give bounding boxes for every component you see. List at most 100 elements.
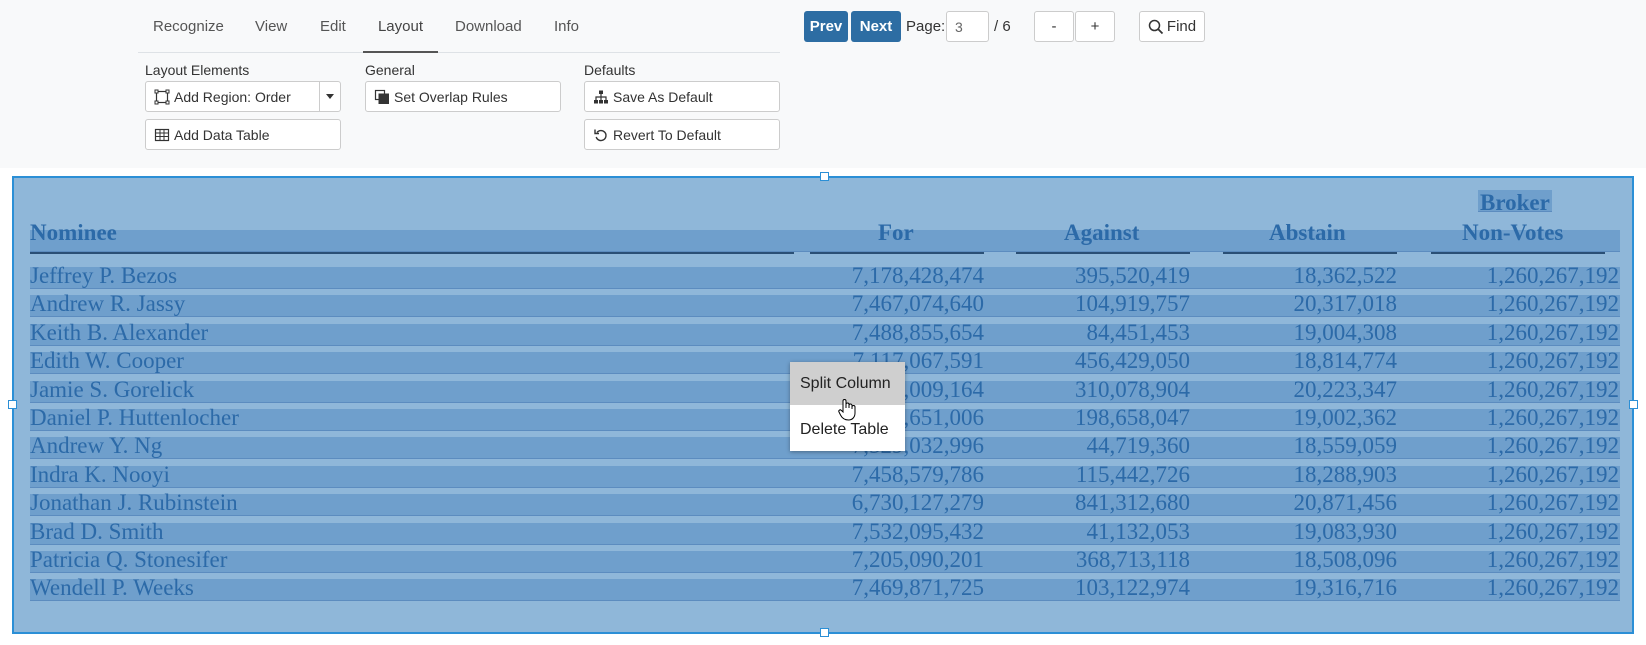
cell-broker-non-votes: 1,260,267,192: [1486, 433, 1619, 459]
cell-abstain: 18,508,096: [1293, 547, 1398, 572]
zoom-out-button[interactable]: -: [1034, 11, 1074, 42]
cell-broker-non-votes: 1,260,267,192: [1486, 461, 1619, 487]
cell-nominee: Brad D. Smith: [30, 518, 164, 544]
cell-against: 368,713,118: [1075, 547, 1190, 572]
cell-broker-non-votes: 1,260,267,192: [1486, 547, 1619, 572]
resize-handle-left[interactable]: [8, 400, 17, 409]
set-overlap-rules-button[interactable]: Set Overlap Rules: [365, 81, 561, 112]
tab-layout[interactable]: Layout: [363, 0, 438, 53]
cell-nominee: Wendell P. Weeks: [30, 575, 194, 601]
hand-cursor-icon: [838, 399, 856, 421]
tab-bar: Recognize View Edit Layout Download Info: [138, 0, 780, 53]
cell-for: 7,178,428,474: [851, 263, 984, 288]
defaults-label: Defaults: [584, 62, 636, 78]
header-underline-abstain: [1223, 252, 1397, 254]
cell-broker-non-votes: 1,260,267,192: [1486, 348, 1619, 374]
cell-against: 103,122,974: [1075, 575, 1190, 601]
cell-nominee: Keith B. Alexander: [30, 319, 209, 345]
header-broker-line1: Broker: [1480, 190, 1550, 215]
save-as-default-button[interactable]: Save As Default: [584, 81, 780, 112]
overlap-icon: [374, 89, 389, 104]
cell-against: 115,442,726: [1075, 461, 1190, 487]
add-data-table-button[interactable]: Add Data Table: [145, 119, 341, 150]
tab-edit[interactable]: Edit: [320, 0, 346, 53]
tab-view[interactable]: View: [255, 0, 287, 53]
cell-abstain: 20,871,456: [1293, 490, 1398, 516]
cell-for: 7,467,074,640: [851, 291, 984, 317]
header-abstain: Abstain: [1269, 220, 1346, 245]
cell-abstain: 18,559,059: [1293, 433, 1398, 459]
chevron-down-icon[interactable]: [319, 81, 340, 112]
cell-broker-non-votes: 1,260,267,192: [1486, 490, 1619, 516]
set-overlap-rules-label: Set Overlap Rules: [394, 88, 508, 105]
cell-against: 395,520,419: [1075, 263, 1190, 288]
cell-nominee: Jonathan J. Rubinstein: [30, 490, 238, 516]
save-as-default-label: Save As Default: [613, 88, 713, 105]
undo-icon: [594, 129, 607, 141]
tab-info[interactable]: Info: [554, 0, 579, 53]
cell-abstain: 19,004,308: [1293, 319, 1398, 345]
cell-abstain: 19,002,362: [1293, 405, 1398, 430]
cell-against: 310,078,904: [1075, 376, 1190, 402]
cell-against: 41,132,053: [1086, 518, 1191, 544]
header-for: For: [878, 220, 914, 245]
cell-abstain: 20,317,018: [1293, 291, 1398, 317]
toolbar: Recognize View Edit Layout Download Info…: [0, 0, 1646, 168]
search-icon: [1148, 19, 1164, 34]
cell-abstain: 18,814,774: [1293, 348, 1398, 374]
cell-broker-non-votes: 1,260,267,192: [1486, 291, 1619, 317]
add-data-table-label: Add Data Table: [174, 126, 270, 143]
resize-handle-right[interactable]: [1629, 400, 1638, 409]
cell-against: 104,919,757: [1075, 291, 1190, 317]
page-number-input[interactable]: [946, 11, 989, 42]
find-button[interactable]: Find: [1139, 11, 1205, 42]
tab-download[interactable]: Download: [455, 0, 522, 53]
region-icon: [154, 89, 170, 104]
cell-abstain: 19,083,930: [1293, 518, 1398, 544]
cell-broker-non-votes: 1,260,267,192: [1486, 575, 1619, 601]
header-underline-for: [810, 252, 984, 254]
header-underline-against: [1016, 252, 1190, 254]
tab-recognize[interactable]: Recognize: [153, 0, 224, 53]
resize-handle-top[interactable]: [820, 172, 829, 181]
cell-for: 6,730,127,279: [851, 490, 984, 516]
cell-abstain: 18,288,903: [1293, 461, 1398, 487]
cell-for: 7,458,579,786: [851, 461, 984, 487]
cell-broker-non-votes: 1,260,267,192: [1486, 376, 1619, 402]
cell-for: 7,469,871,725: [851, 575, 984, 601]
table-icon: [154, 128, 170, 141]
cell-abstain: 20,223,347: [1293, 376, 1398, 402]
cell-nominee: Patricia Q. Stonesifer: [30, 547, 228, 572]
cell-nominee: Andrew Y. Ng: [30, 433, 163, 459]
cell-broker-non-votes: 1,260,267,192: [1486, 319, 1619, 345]
cell-broker-non-votes: 1,260,267,192: [1486, 518, 1619, 544]
header-broker-line2: Non-Votes: [1462, 220, 1564, 245]
add-region-label: Add Region: Order: [174, 88, 291, 105]
cell-broker-non-votes: 1,260,267,192: [1486, 263, 1619, 288]
cell-nominee: Indra K. Nooyi: [30, 461, 170, 487]
revert-to-default-label: Revert To Default: [613, 126, 721, 143]
cell-for: 7,532,095,432: [851, 518, 984, 544]
header-against: Against: [1064, 220, 1140, 245]
header-row-band: [30, 230, 1620, 252]
resize-handle-bottom[interactable]: [820, 628, 829, 637]
revert-to-default-button[interactable]: Revert To Default: [584, 119, 780, 150]
cell-nominee: Jeffrey P. Bezos: [30, 263, 178, 288]
add-region-button[interactable]: Add Region: Order: [145, 81, 341, 112]
header-underline-nominee: [30, 252, 794, 254]
header-nominee: Nominee: [30, 220, 117, 245]
zoom-in-button[interactable]: +: [1075, 11, 1115, 42]
next-page-button[interactable]: Next: [851, 11, 901, 42]
cell-against: 84,451,453: [1086, 319, 1191, 345]
cell-nominee: Jamie S. Gorelick: [30, 376, 195, 402]
cell-nominee: Edith W. Cooper: [30, 348, 184, 374]
cell-against: 44,719,360: [1086, 433, 1191, 459]
cell-against: 841,312,680: [1075, 490, 1190, 516]
find-label: Find: [1166, 18, 1197, 35]
prev-page-button[interactable]: Prev: [804, 11, 848, 42]
cell-abstain: 18,362,522: [1293, 263, 1398, 288]
cell-abstain: 19,316,716: [1293, 575, 1398, 601]
layout-elements-label: Layout Elements: [145, 62, 250, 78]
cell-nominee: Daniel P. Huttenlocher: [30, 405, 239, 430]
cell-against: 198,658,047: [1075, 405, 1190, 430]
